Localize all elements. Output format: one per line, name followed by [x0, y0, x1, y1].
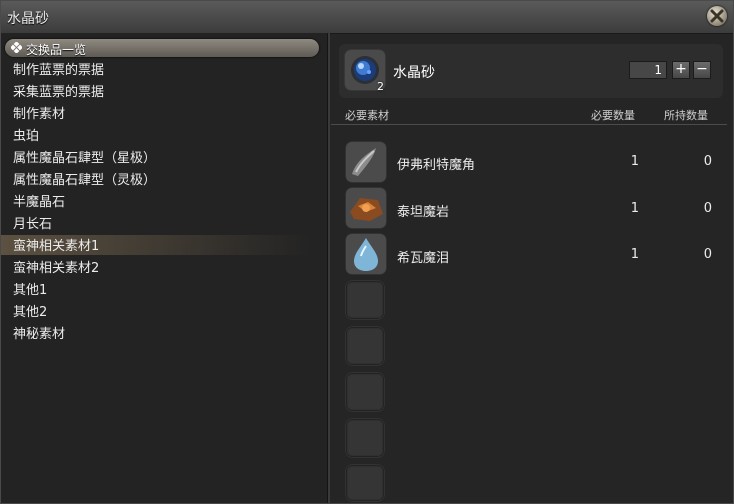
titan-rock-icon[interactable]	[346, 188, 386, 228]
yield-count: 2	[377, 80, 384, 93]
shiva-tear-icon[interactable]	[346, 234, 386, 274]
category-header-label: 交换品一览	[26, 43, 87, 57]
decrement-button[interactable]: −	[693, 61, 711, 79]
diamond-cluster-icon	[11, 42, 22, 53]
material-owned: 0	[703, 154, 712, 169]
panel-divider	[327, 33, 330, 503]
category-item[interactable]: 属性魔晶石肆型（星极）	[13, 149, 313, 169]
category-item[interactable]: 制作蓝票的票据	[13, 61, 313, 81]
column-required: 必要数量	[591, 109, 635, 122]
title-bar[interactable]: 水晶砂	[1, 1, 733, 34]
material-required: 1	[630, 201, 639, 216]
quantity-input[interactable]	[629, 61, 667, 79]
category-item[interactable]: 半魔晶石	[13, 193, 313, 213]
exchange-window: 水晶砂 交换品一览 制作蓝票的票据 采集蓝票的票据 制作素材 虫珀 属性魔晶石肆…	[0, 0, 734, 504]
empty-material-slot	[346, 373, 384, 411]
category-item[interactable]: 采集蓝票的票据	[13, 83, 313, 103]
column-owned: 所持数量	[664, 109, 708, 122]
item-name: 水晶砂	[393, 65, 435, 81]
category-item[interactable]: 神秘素材	[13, 325, 313, 345]
category-panel: 交换品一览 制作蓝票的票据 采集蓝票的票据 制作素材 虫珀 属性魔晶石肆型（星极…	[1, 33, 327, 503]
header-divider	[331, 124, 727, 125]
empty-material-slot	[346, 465, 384, 501]
ifrit-horn-icon[interactable]	[346, 142, 386, 182]
close-button[interactable]	[707, 6, 727, 26]
category-item[interactable]: 制作素材	[13, 105, 313, 125]
window-title: 水晶砂	[7, 11, 49, 27]
material-name: 希瓦魔泪	[397, 251, 450, 266]
category-item[interactable]: 蛮神相关素材2	[13, 259, 313, 279]
category-item[interactable]: 属性魔晶石肆型（灵极）	[13, 171, 313, 191]
material-required: 1	[630, 154, 639, 169]
category-item[interactable]: 其他1	[13, 281, 313, 301]
selected-item-card: 2 水晶砂 + −	[339, 44, 723, 98]
material-owned: 0	[703, 247, 712, 262]
empty-material-slot	[346, 281, 384, 319]
material-owned: 0	[703, 201, 712, 216]
category-item[interactable]: 其他2	[13, 303, 313, 323]
empty-material-slot	[346, 419, 384, 457]
category-item[interactable]: 月长石	[13, 215, 313, 235]
material-name: 泰坦魔岩	[397, 205, 450, 220]
empty-material-slot	[346, 327, 384, 365]
category-item-selected[interactable]: 蛮神相关素材1	[13, 237, 313, 257]
column-material: 必要素材	[345, 109, 389, 122]
category-item[interactable]: 虫珀	[13, 127, 313, 147]
material-name: 伊弗利特魔角	[397, 158, 476, 173]
category-header[interactable]: 交换品一览	[5, 39, 319, 57]
increment-button[interactable]: +	[672, 61, 690, 79]
material-required: 1	[630, 247, 639, 262]
close-icon	[710, 9, 724, 23]
